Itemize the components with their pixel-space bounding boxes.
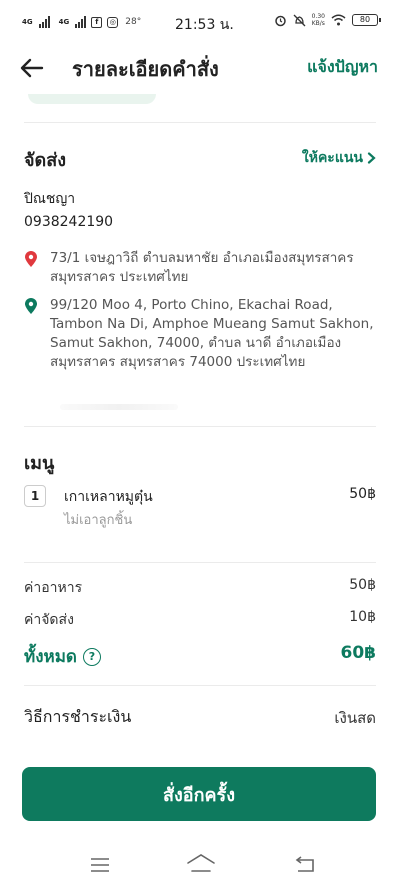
divider: [24, 426, 376, 427]
facebook-icon: f: [91, 16, 103, 28]
item-quantity: 1: [24, 485, 46, 507]
food-cost-label: ค่าอาหาร: [24, 580, 83, 596]
instagram-icon: ◎: [107, 16, 119, 28]
signal-icon: [38, 16, 50, 28]
status-pill-partial: [28, 94, 156, 104]
back-nav-button[interactable]: [294, 856, 316, 878]
report-problem-link[interactable]: แจ้งปัญหา: [307, 55, 378, 80]
rider-phone[interactable]: 0938242190: [24, 214, 113, 230]
total-label: ทั้งหมด: [24, 647, 77, 667]
home-nav-button[interactable]: [186, 853, 216, 879]
status-time: 21:53 น.: [175, 17, 234, 33]
item-price: 50฿: [349, 486, 376, 502]
rate-label: ให้คะแนน: [301, 150, 363, 166]
back-nav-icon: [295, 856, 314, 872]
location-pin-red-icon: [25, 251, 37, 267]
divider: [24, 562, 376, 563]
payment-method-value: เงินสด: [334, 709, 376, 727]
network-type-2: 4G: [58, 18, 70, 26]
total-value: 60฿: [340, 643, 377, 663]
divider: [24, 685, 376, 686]
reorder-label: สั่งอีกครั้ง: [163, 784, 235, 806]
wifi-icon: [331, 14, 346, 26]
alarm-icon: [274, 15, 286, 26]
menu-nav-button[interactable]: [89, 857, 111, 877]
pickup-address: 73/1 เจษฎาวิถี ตำบลมหาชัย อำเภอเมืองสมุท…: [24, 249, 376, 287]
payment-method-label: วิธีการชำระเงิน: [24, 707, 132, 726]
divider: [24, 122, 376, 123]
home-icon: [187, 854, 215, 872]
total-label-group: ทั้งหมด ?: [24, 643, 101, 670]
network-speed: 0.30 KB/s: [311, 13, 325, 27]
system-nav-bar: [0, 845, 400, 889]
location-pin-green-icon: [25, 298, 37, 314]
status-bar: 4G 4G f ◎ 28° 21:53 น. 0.30 KB/s 80: [0, 0, 400, 44]
temperature: 28°: [125, 17, 142, 27]
battery-icon: 80: [352, 14, 381, 26]
delivery-fee-value: 10฿: [349, 609, 376, 625]
pickup-address-text: 73/1 เจษฎาวิถี ตำบลมหาชัย อำเภอเมืองสมุท…: [50, 250, 354, 285]
chevron-right-icon: [367, 152, 376, 164]
delivery-section-title: จัดส่ง: [24, 150, 67, 171]
delivery-fee-label: ค่าจัดส่ง: [24, 612, 74, 628]
network-type-1: 4G: [22, 18, 33, 26]
food-cost-value: 50฿: [349, 577, 376, 593]
menu-section-title: เมนู: [24, 453, 55, 474]
arrow-left-icon: [20, 58, 44, 78]
dropoff-address: 99/120 Moo 4, Porto Chino, Ekachai Road,…: [24, 296, 376, 372]
back-button[interactable]: [16, 52, 48, 84]
app-header: รายละเอียดคำสั่ง แจ้งปัญหา: [0, 44, 400, 94]
mute-icon: [293, 14, 306, 26]
question-icon[interactable]: ?: [82, 647, 101, 666]
menu-icon: [91, 858, 109, 872]
dropoff-address-text: 99/120 Moo 4, Porto Chino, Ekachai Road,…: [50, 297, 374, 370]
item-option: ไม่เอาลูกชิ้น: [64, 513, 133, 528]
faded-element: [60, 404, 178, 410]
page-title: รายละเอียดคำสั่ง: [72, 57, 219, 81]
signal-icon-2: [75, 16, 87, 28]
rate-button[interactable]: ให้คะแนน: [302, 147, 376, 169]
reorder-button[interactable]: สั่งอีกครั้ง: [22, 767, 376, 821]
item-name: เกาเหลาหมูตุ๋น: [64, 489, 153, 505]
rider-name: ปิณชญา: [24, 191, 76, 207]
